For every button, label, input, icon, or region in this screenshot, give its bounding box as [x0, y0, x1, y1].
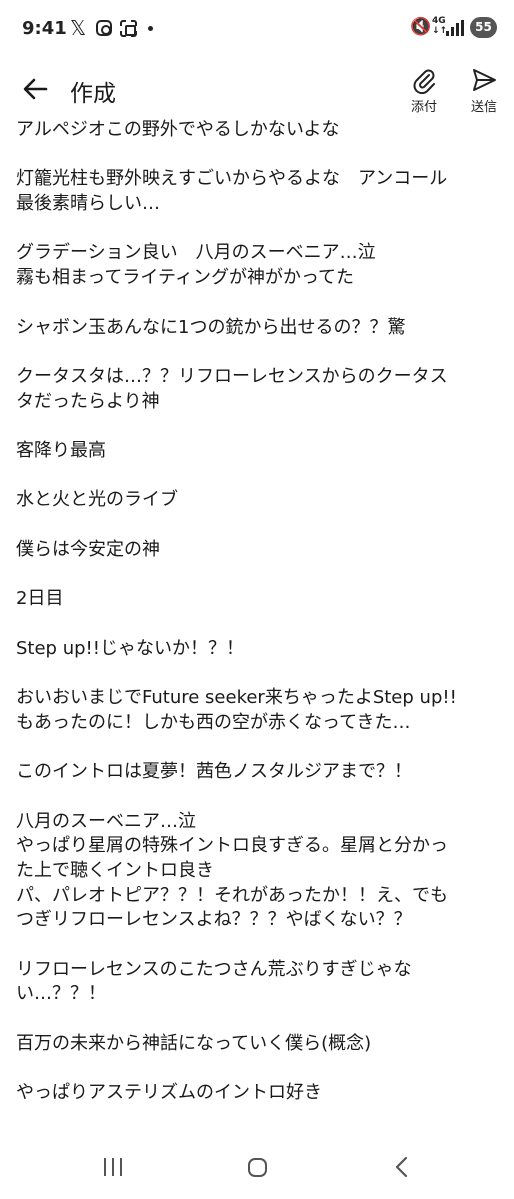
signal-icon [446, 20, 464, 36]
battery-icon: 55 [470, 17, 497, 38]
back-arrow-icon[interactable] [20, 74, 50, 104]
navigation-bar [0, 1136, 514, 1199]
attach-label: 添付 [410, 100, 437, 115]
scan-icon [120, 20, 137, 37]
message-line: シャボン玉あんなに1つの銃から出せるの？？驚 [16, 316, 406, 338]
message-line: つぎリフローレセンスよね？？？やばくない？？ [16, 909, 412, 931]
paperclip-icon [413, 69, 435, 94]
message-paragraph: グラデーション良い 八月のスーベニア…泣 霧も相まってライティングが神がかってた [16, 241, 502, 290]
message-paragraph: 百万の未来から神話になっていく僕ら(概念) [16, 1032, 502, 1057]
message-paragraph: 客降り最高 [16, 439, 502, 464]
message-line: 八月のスーベニア…泣 [16, 810, 196, 832]
recent-apps-icon[interactable] [104, 1158, 124, 1176]
message-line: 客降り最高 [16, 440, 106, 462]
message-line: もあったのに！しかも西の空が赤くなってきた… [16, 711, 411, 733]
send-button[interactable]: 送信 [459, 66, 509, 115]
back-icon[interactable] [393, 1156, 411, 1178]
message-line: タだったらより神 [16, 390, 160, 412]
dot-icon [148, 26, 153, 31]
message-line: おいおいまじでFuture seeker来ちゃったよStep up!! [16, 687, 457, 709]
message-paragraph: Step up!!じゃないか！？！ [16, 637, 502, 662]
message-line: 霧も相まってライティングが神がかってた [16, 267, 355, 289]
message-paragraph: やっぱりアステリズムのイントロ好き [16, 1081, 502, 1106]
message-paragraph: おいおいまじでFuture seeker来ちゃったよStep up!! もあったの… [16, 686, 502, 735]
message-line: やっぱり星屑の特殊イントロ良すぎる。星屑と分かっ [16, 835, 448, 857]
message-body[interactable]: アルペジオこの野外でやるしかないよな灯籠光柱も野外映えすごいからやるよな アンコ… [16, 118, 502, 1131]
message-line: 最後素晴らしい… [16, 193, 160, 215]
mute-icon: 🔇 [410, 17, 432, 37]
message-paragraph: シャボン玉あんなに1つの銃から出せるの？？驚 [16, 316, 502, 341]
app-bar: 作成 添付 送信 [0, 58, 514, 122]
message-line: このイントロは夏夢！茜色ノスタルジアまで？！ [16, 761, 412, 783]
network-label: 4G [432, 16, 446, 26]
message-line: アルペジオこの野外でやるしかないよな [16, 119, 340, 140]
message-line: 灯籠光柱も野外映えすごいからやるよな アンコール [16, 168, 448, 190]
message-paragraph: 水と火と光のライブ [16, 488, 502, 513]
message-line: クータスタは…？？リフローレセンスからのクータス [16, 365, 448, 387]
message-paragraph: 2日目 [16, 587, 502, 612]
status-bar: 9:41 𝕏 🔇 4G ↓↑ 55 [0, 0, 514, 58]
message-line: やっぱりアステリズムのイントロ好き [16, 1082, 322, 1104]
message-paragraph: 八月のスーベニア…泣やっぱり星屑の特殊イントロ良すぎる。星屑と分かっ た上で聴くイ… [16, 810, 502, 934]
network-4g-icon: 4G ↓↑ [432, 16, 448, 36]
message-paragraph: アルペジオこの野外でやるしかないよな [16, 118, 502, 143]
message-line: パ、パレオトピア？？！それがあったか！！え、でも [16, 884, 448, 906]
send-icon [473, 69, 496, 91]
message-line: 僕らは今安定の神 [16, 538, 160, 560]
message-paragraph: このイントロは夏夢！茜色ノスタルジアまで？！ [16, 760, 502, 785]
message-line: Step up!!じゃないか！？！ [16, 637, 244, 659]
message-line: グラデーション良い 八月のスーベニア…泣 [16, 242, 376, 264]
message-line: 水と火と光のライブ [16, 489, 178, 511]
home-icon[interactable] [248, 1158, 267, 1177]
message-line: リフローレセンスのこたつさん荒ぶりすぎじゃな [16, 958, 412, 980]
message-paragraph: リフローレセンスのこたつさん荒ぶりすぎじゃな い…？？！ [16, 958, 502, 1007]
message-line: 2日目 [16, 588, 64, 610]
send-label: 送信 [470, 100, 497, 115]
message-line: い…？？！ [16, 983, 106, 1005]
message-paragraph: 僕らは今安定の神 [16, 538, 502, 563]
message-line: た上で聴くイントロ良き [16, 859, 214, 881]
page-title: 作成 [70, 81, 116, 107]
status-time: 9:41 [22, 18, 67, 39]
attach-button[interactable]: 添付 [399, 66, 449, 115]
message-line: 百万の未来から神話になっていく僕ら(概念) [16, 1032, 372, 1054]
message-paragraph: 灯籠光柱も野外映えすごいからやるよな アンコール 最後素晴らしい… [16, 167, 502, 216]
x-icon: 𝕏 [70, 16, 87, 40]
message-paragraph: クータスタは…？？リフローレセンスからのクータス タだったらより神 [16, 365, 502, 414]
instagram-icon [96, 20, 112, 36]
